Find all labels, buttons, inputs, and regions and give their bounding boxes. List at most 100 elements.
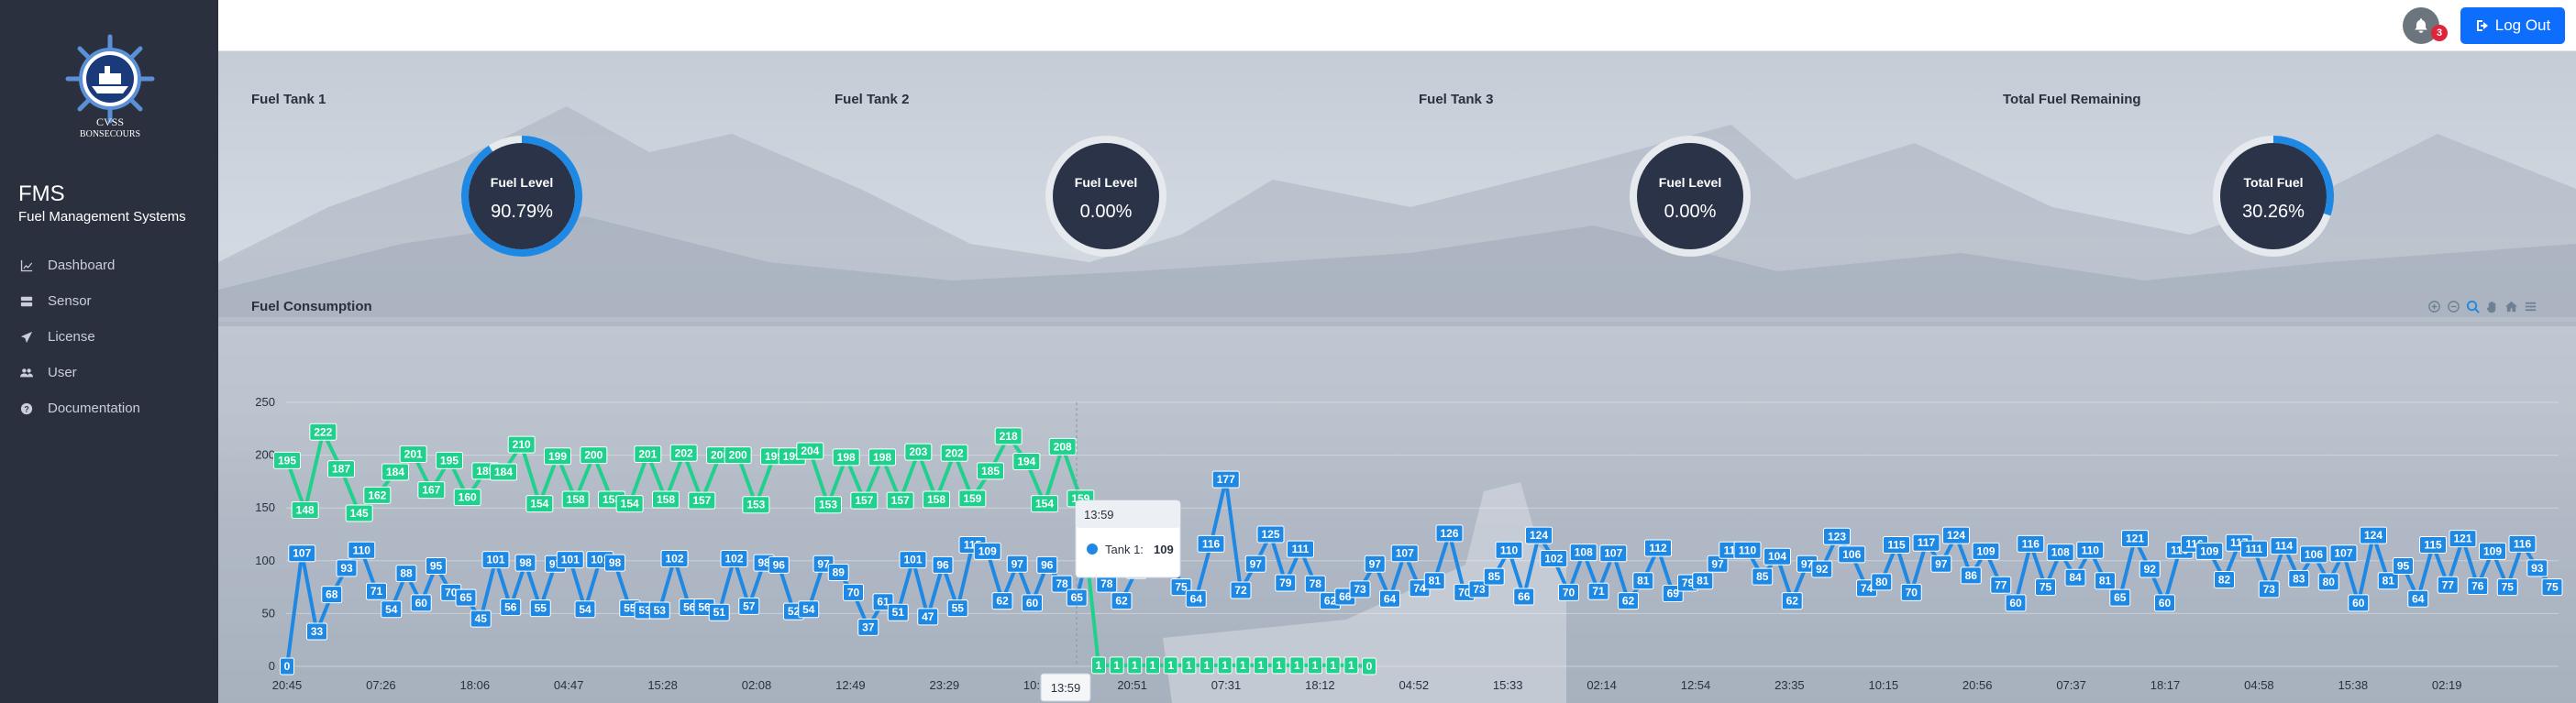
tooltip-series-marker <box>1087 544 1098 555</box>
data-label: 80 <box>1875 576 1888 588</box>
data-label: 65 <box>2114 591 2127 604</box>
data-label: 158 <box>927 493 945 506</box>
reset-home-icon[interactable] <box>2504 299 2519 314</box>
data-label: 101 <box>486 554 504 566</box>
data-label: 80 <box>2323 576 2336 588</box>
selection-zoom-icon[interactable] <box>2465 299 2481 314</box>
y-tick-label: 150 <box>255 500 275 514</box>
fuel-tank-3-title: Fuel Tank 3 <box>1419 92 1494 107</box>
zoom-in-icon[interactable] <box>2427 299 2442 314</box>
data-label: 82 <box>2218 574 2231 587</box>
logout-button[interactable]: Log Out <box>2460 7 2565 44</box>
sidebar-item-label: Dashboard <box>48 258 116 273</box>
ship-wheel-logo-icon: CVSS BONSECOURS <box>65 34 155 139</box>
data-label: 218 <box>1000 430 1018 443</box>
fuel-consumption-chart[interactable]: 05010015020025020:45 07:26 18:06 04:47 15:28… <box>218 326 2576 703</box>
data-label: 66 <box>1518 590 1531 603</box>
tooltip-series-name: Tank 1: <box>1105 543 1144 556</box>
bell-icon <box>2415 18 2427 33</box>
sidebar-item-documentation[interactable]: ? Documentation <box>0 390 218 426</box>
data-label: 89 <box>833 566 846 578</box>
logo-text: CVSS <box>96 115 124 128</box>
data-label: 56 <box>504 600 517 613</box>
data-label: 121 <box>2453 533 2471 545</box>
data-label: 92 <box>2144 563 2157 576</box>
data-label: 154 <box>1035 498 1054 511</box>
data-label: 126 <box>1440 527 1458 540</box>
data-label: 102 <box>724 552 743 565</box>
data-label: 201 <box>638 447 657 460</box>
data-label: 72 <box>1234 584 1247 597</box>
x-tick-label: 02:19 <box>2432 678 2462 692</box>
data-label: 83 <box>2293 572 2305 585</box>
data-label: 111 <box>2246 543 2263 555</box>
gauge-center <box>2220 143 2327 249</box>
data-label: 62 <box>1786 595 1799 608</box>
x-tick-label: 04:52 <box>1399 678 1430 692</box>
data-label: 81 <box>1637 575 1650 588</box>
data-label: 202 <box>945 446 964 459</box>
data-label: 203 <box>909 445 927 458</box>
sidebar: CVSS BONSECOURS FMS Fuel Management Syst… <box>0 0 218 703</box>
sidebar-item-label: Documentation <box>48 401 140 416</box>
fuel-consumption-title: Fuel Consumption <box>251 299 372 314</box>
data-label: 0 <box>1366 660 1373 673</box>
x-tick-label: 04:58 <box>2244 678 2274 692</box>
data-label: 96 <box>1041 558 1054 571</box>
data-label: 60 <box>2159 597 2172 610</box>
data-label: 198 <box>837 451 856 464</box>
data-label: 37 <box>862 621 875 633</box>
data-label: 84 <box>2069 571 2082 584</box>
x-tick-label: 12:49 <box>835 678 866 692</box>
pan-hand-icon[interactable] <box>2484 299 2500 314</box>
gauge-label: Fuel Level <box>1658 175 1722 190</box>
sidebar-item-user[interactable]: User <box>0 355 218 390</box>
data-label: 71 <box>1592 585 1605 598</box>
data-label: 109 <box>1976 544 1995 557</box>
sidebar-item-dashboard[interactable]: Dashboard <box>0 247 218 283</box>
data-label: 102 <box>1544 552 1563 565</box>
data-label: 106 <box>1842 548 1861 561</box>
data-label: 222 <box>314 425 332 438</box>
company-logo[interactable]: CVSS BONSECOURS <box>46 33 174 141</box>
fuel-tank-1-gauge: Fuel Level 90.79% <box>458 132 586 260</box>
data-label: 97 <box>1935 557 1948 570</box>
x-tick-label: 02:14 <box>1587 678 1617 692</box>
sidebar-item-label: User <box>48 365 77 380</box>
data-label: 1 <box>1258 659 1265 672</box>
sidebar-item-sensor[interactable]: Sensor <box>0 283 218 319</box>
data-label: 116 <box>2022 537 2040 550</box>
data-label: 184 <box>386 466 404 478</box>
data-label: 64 <box>1190 592 1203 605</box>
data-label: 159 <box>963 492 981 505</box>
gauge-center <box>469 143 575 249</box>
chart-line-icon <box>20 259 33 271</box>
data-label: 54 <box>579 603 591 616</box>
data-label: 104 <box>1768 550 1786 563</box>
data-label: 200 <box>729 449 747 462</box>
data-label: 1 <box>1294 659 1300 672</box>
data-label: 124 <box>1947 529 1965 542</box>
logout-label: Log Out <box>2494 16 2551 34</box>
data-label: 124 <box>2364 529 2383 542</box>
data-label: 110 <box>2082 544 2100 556</box>
data-label: 1 <box>1167 659 1174 672</box>
data-label: 157 <box>855 494 873 507</box>
data-label: 62 <box>1115 595 1128 608</box>
zoom-out-icon[interactable] <box>2446 299 2461 314</box>
data-label: 116 <box>2514 537 2532 550</box>
data-label: 62 <box>996 595 1009 608</box>
sidebar-item-license[interactable]: License <box>0 319 218 355</box>
sidebar-nav: Dashboard Sensor License User ? Document… <box>0 247 218 426</box>
data-label: 55 <box>952 602 965 615</box>
gauge-center <box>1053 143 1159 249</box>
data-label: 1 <box>1150 659 1156 672</box>
logo-subtext: BONSECOURS <box>80 129 140 139</box>
data-label: 97 <box>1012 557 1024 570</box>
data-label: 53 <box>654 604 667 617</box>
data-label: 110 <box>1500 544 1519 556</box>
data-label: 60 <box>2352 597 2365 610</box>
menu-hamburger-icon[interactable] <box>2523 299 2538 314</box>
fuel-tank-2-gauge: Fuel Level 0.00% <box>1042 132 1170 260</box>
x-tick-label: 18:12 <box>1305 678 1335 692</box>
